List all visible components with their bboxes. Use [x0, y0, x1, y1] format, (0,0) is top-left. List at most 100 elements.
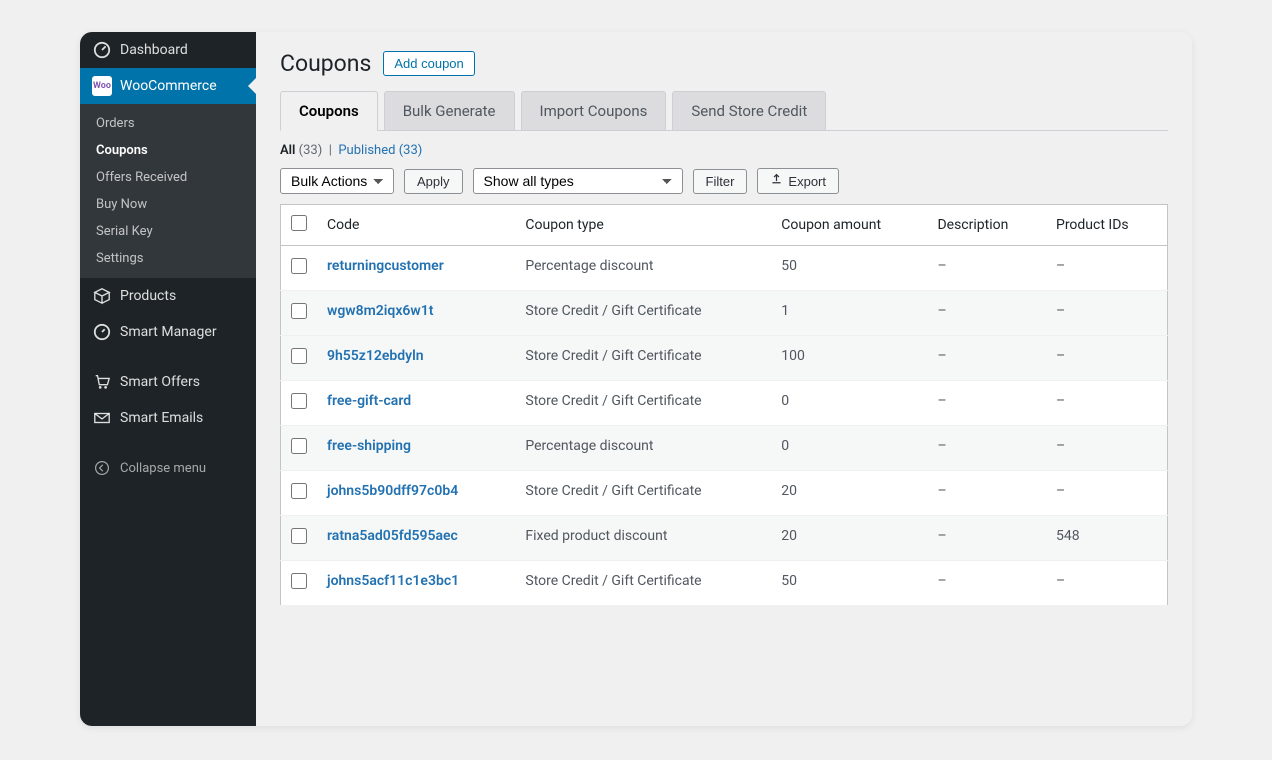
row-checkbox[interactable]: [291, 438, 307, 454]
sidebar-sub-coupons[interactable]: Coupons: [80, 137, 256, 164]
cell-description: –: [927, 336, 1046, 381]
table-row: returningcustomerPercentage discount50––: [281, 246, 1168, 291]
sidebar-item-smart-offers[interactable]: Smart Offers: [80, 364, 256, 400]
coupon-code-link[interactable]: johns5acf11c1e3bc1: [327, 573, 459, 589]
export-button[interactable]: Export: [757, 168, 839, 194]
page-title: Coupons: [280, 50, 371, 77]
col-amount[interactable]: Coupon amount: [771, 205, 927, 246]
coupon-code-link[interactable]: ratna5ad05fd595aec: [327, 528, 458, 544]
cell-type: Store Credit / Gift Certificate: [515, 381, 771, 426]
cell-amount: 20: [771, 471, 927, 516]
row-checkbox[interactable]: [291, 483, 307, 499]
table-row: 9h55z12ebdyln Store Credit / Gift Certifi…: [281, 336, 1168, 381]
row-checkbox[interactable]: [291, 528, 307, 544]
col-checkbox: [281, 205, 318, 246]
cell-amount: 20: [771, 516, 927, 561]
sidebar-sub-settings[interactable]: Settings: [80, 245, 256, 272]
row-checkbox[interactable]: [291, 258, 307, 274]
table-row: wgw8m2iqx6w1t Store Credit / Gift Certifi…: [281, 291, 1168, 336]
cell-amount: 50: [771, 246, 927, 291]
cell-description: –: [927, 471, 1046, 516]
select-all-checkbox[interactable]: [291, 215, 307, 231]
cell-type: Percentage discount: [515, 246, 771, 291]
sidebar-sub-buynow[interactable]: Buy Now: [80, 191, 256, 218]
sidebar-item-woocommerce[interactable]: Woo WooCommerce: [80, 68, 256, 104]
admin-sidebar: Dashboard Woo WooCommerce Orders Coupons…: [80, 32, 256, 726]
tabs: Coupons Bulk Generate Import Coupons Sen…: [280, 91, 1168, 131]
sidebar-item-smart-manager[interactable]: Smart Manager: [80, 314, 256, 350]
cell-amount: 1: [771, 291, 927, 336]
bulk-actions-select[interactable]: Bulk Actions: [280, 168, 394, 194]
cell-type: Percentage discount: [515, 426, 771, 471]
table-row: johns5acf11c1e3bc1 Store Credit / Gift Ce…: [281, 561, 1168, 606]
page-header: Coupons Add coupon: [280, 32, 1168, 91]
cell-type: Store Credit / Gift Certificate: [515, 561, 771, 606]
sidebar-item-smart-emails[interactable]: Smart Emails: [80, 400, 256, 436]
sidebar-item-products[interactable]: Products: [80, 278, 256, 314]
email-icon: [92, 408, 112, 428]
cell-description: –: [927, 381, 1046, 426]
cell-amount: 0: [771, 381, 927, 426]
sidebar-item-dashboard[interactable]: Dashboard: [80, 32, 256, 68]
filter-button[interactable]: Filter: [693, 169, 748, 194]
sidebar-sub-offers[interactable]: Offers Received: [80, 164, 256, 191]
filter-all-count: (33): [299, 143, 323, 158]
table-row: johns5b90dff97c0b4 Store Credit / Gift Ce…: [281, 471, 1168, 516]
cart-icon: [92, 372, 112, 392]
sidebar-label: Smart Emails: [120, 410, 203, 426]
col-description[interactable]: Description: [927, 205, 1046, 246]
cell-product-ids: –: [1046, 246, 1168, 291]
tab-import-coupons[interactable]: Import Coupons: [521, 91, 667, 130]
cell-type: Store Credit / Gift Certificate: [515, 471, 771, 516]
cell-product-ids: –: [1046, 381, 1168, 426]
cell-description: –: [927, 246, 1046, 291]
woocommerce-icon: Woo: [92, 76, 112, 96]
coupon-code-link[interactable]: returningcustomer: [327, 258, 444, 274]
tab-bulk-generate[interactable]: Bulk Generate: [384, 91, 515, 130]
filter-published-link[interactable]: Published (33): [338, 143, 422, 158]
cell-type: Fixed product discount: [515, 516, 771, 561]
tab-coupons[interactable]: Coupons: [280, 91, 378, 131]
main-content: Coupons Add coupon Coupons Bulk Generate…: [256, 32, 1192, 726]
coupon-code-link[interactable]: free-shipping: [327, 438, 411, 454]
cell-description: –: [927, 426, 1046, 471]
cell-amount: 100: [771, 336, 927, 381]
type-filter-select[interactable]: Show all types: [473, 168, 683, 194]
table-row: free-gift-card Store Credit / Gift Certif…: [281, 381, 1168, 426]
col-type[interactable]: Coupon type: [515, 205, 771, 246]
col-code[interactable]: Code: [317, 205, 515, 246]
sidebar-label: Smart Manager: [120, 324, 217, 340]
row-checkbox[interactable]: [291, 303, 307, 319]
cell-type: Store Credit / Gift Certificate: [515, 336, 771, 381]
cell-amount: 50: [771, 561, 927, 606]
cell-description: –: [927, 561, 1046, 606]
app-frame: Dashboard Woo WooCommerce Orders Coupons…: [80, 32, 1192, 726]
sidebar-sub-orders[interactable]: Orders: [80, 110, 256, 137]
gauge-icon: [92, 322, 112, 342]
list-toolbar: Bulk Actions Apply Show all types Filter…: [280, 168, 1168, 194]
sidebar-sub-serial[interactable]: Serial Key: [80, 218, 256, 245]
coupon-code-link[interactable]: johns5b90dff97c0b4: [327, 483, 458, 499]
collapse-menu[interactable]: Collapse menu: [80, 448, 256, 488]
cell-product-ids: –: [1046, 471, 1168, 516]
export-label: Export: [788, 174, 826, 189]
row-checkbox[interactable]: [291, 348, 307, 364]
coupon-code-link[interactable]: free-gift-card: [327, 393, 411, 409]
sidebar-label: Dashboard: [120, 42, 188, 58]
coupon-code-link[interactable]: 9h55z12ebdyln: [327, 348, 424, 364]
add-coupon-button[interactable]: Add coupon: [383, 51, 474, 76]
tab-send-store-credit[interactable]: Send Store Credit: [672, 91, 826, 130]
sidebar-submenu: Orders Coupons Offers Received Buy Now S…: [80, 104, 256, 278]
coupon-code-link[interactable]: wgw8m2iqx6w1t: [327, 303, 433, 319]
apply-button[interactable]: Apply: [404, 169, 463, 194]
filter-all-label[interactable]: All: [280, 143, 295, 158]
cell-product-ids: 548: [1046, 516, 1168, 561]
sidebar-label: Products: [120, 288, 176, 304]
coupons-table: Code Coupon type Coupon amount Descripti…: [280, 204, 1168, 606]
cell-description: –: [927, 291, 1046, 336]
row-checkbox[interactable]: [291, 573, 307, 589]
cell-type: Store Credit / Gift Certificate: [515, 291, 771, 336]
cell-description: –: [927, 516, 1046, 561]
col-product-ids[interactable]: Product IDs: [1046, 205, 1168, 246]
row-checkbox[interactable]: [291, 393, 307, 409]
